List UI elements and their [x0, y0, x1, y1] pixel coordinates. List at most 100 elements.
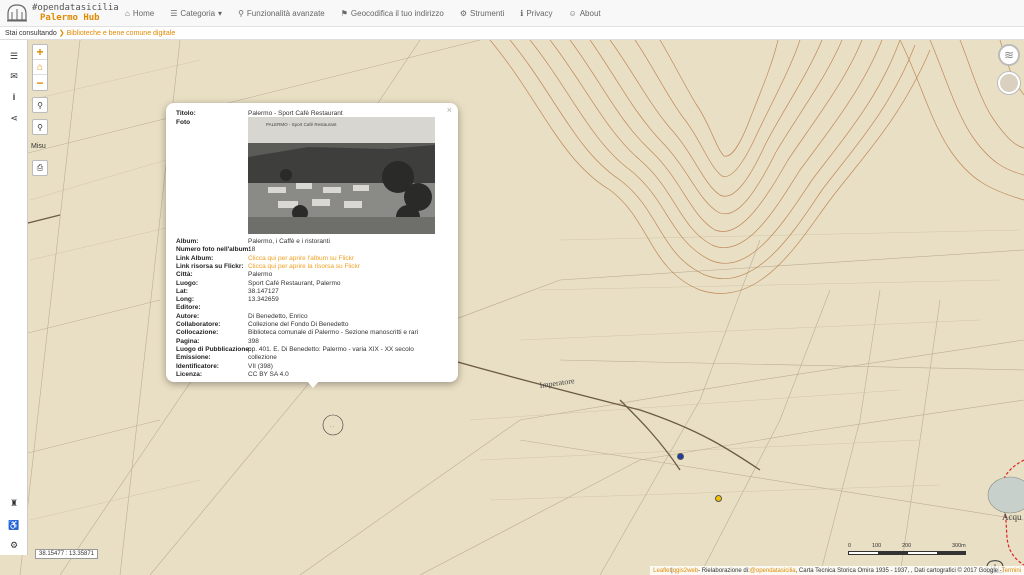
popup-key: Pagina:	[176, 337, 200, 345]
popup-value: collezione	[248, 354, 277, 362]
map-point-marker[interactable]	[715, 495, 722, 502]
map-place-label: Acqu	[1002, 512, 1022, 522]
search-button[interactable]: ⚲	[32, 119, 48, 135]
nav-item-geocodifica-il-tuo-indirizzo[interactable]: ⚑ Geocodifica il tuo indirizzo	[341, 9, 444, 18]
popup-key: Identificatore:	[176, 362, 219, 370]
opendatasicilia-logo-icon	[7, 4, 27, 22]
qgis2web-link[interactable]: qgis2web	[673, 568, 698, 574]
nav-item-label: Strumenti	[470, 8, 505, 18]
brand[interactable]: #opendatasicilia Palermo Hub	[0, 0, 125, 27]
popup-key: Link risorsa su Flickr:	[176, 262, 244, 270]
popup-link[interactable]: Clicca qui per aprire l'album su Flickr	[248, 255, 354, 263]
popup-value: pp. 401. E. Di Benedetto: Palermo - vari…	[248, 345, 414, 353]
popup-row: Long: 13.342659	[176, 296, 279, 304]
popup-key: Album:	[176, 238, 199, 245]
terms-link[interactable]: Termini	[1002, 568, 1021, 574]
top-navbar: #opendatasicilia Palermo Hub ⌂ Home ☰ Categ…	[0, 0, 1024, 27]
breadcrumb-label: Stai consultando	[5, 29, 57, 37]
locate-button[interactable]: ⚲	[32, 97, 48, 113]
mouse-coordinates: 38.15477 : 13.35871	[35, 549, 99, 559]
popup-link[interactable]: Clicca qui per aprire la risorsa su Flic…	[248, 263, 360, 271]
popup-key: Collocazione:	[176, 329, 219, 337]
info-icon: ℹ	[520, 8, 524, 18]
nav-item-about[interactable]: ☺ About	[569, 9, 601, 18]
menu-bars-icon[interactable]: ☰	[6, 48, 22, 64]
accessibility-icon[interactable]: ♿	[6, 517, 22, 533]
popup-row: Luogo di Pubblicazione: pp. 401. E. Di Be…	[176, 346, 414, 354]
photo-image[interactable]: PALERMO - Sport Café Restaurant	[248, 117, 435, 234]
popup-key: Numero foto nell'album:	[176, 246, 251, 254]
basemap-switch[interactable]	[998, 72, 1020, 94]
popup-tip	[306, 380, 320, 388]
popup-key: Foto	[176, 119, 191, 126]
leaflet-link[interactable]: Leaflet	[653, 568, 671, 574]
popup-value: 13.342659	[248, 296, 279, 304]
brand-subtitle: Palermo Hub	[40, 13, 100, 23]
popup-row: Pagina: 398	[176, 338, 259, 346]
photo-caption: PALERMO - Sport Café Restaurant	[266, 122, 337, 127]
popup-row: Album: Palermo, i Caffè e i ristoranti	[176, 238, 330, 246]
layers-control[interactable]: ≋	[998, 44, 1020, 66]
chevron-right-icon: ❯	[58, 30, 65, 37]
home-extent-button[interactable]: ⌂	[33, 60, 47, 75]
popup-value: 398	[248, 337, 259, 345]
caret-down-icon: ▾	[218, 8, 223, 18]
map-point-marker[interactable]	[677, 453, 684, 460]
close-icon[interactable]: ×	[447, 105, 452, 115]
nav-item-label: About	[579, 8, 601, 18]
popup-key: Città:	[176, 271, 193, 279]
gear-icon[interactable]: ⚙	[6, 537, 22, 553]
print-icon: ⎙	[36, 163, 44, 172]
nav-item-categoria[interactable]: ☰ Categoria ▾	[170, 9, 222, 18]
popup-row: Identificatore: VII (398)	[176, 363, 273, 371]
popup-value: CC BY SA 4.0	[248, 370, 289, 378]
sicilia-logo-icon[interactable]: ♜	[6, 495, 22, 511]
measure-control[interactable]: Misu	[31, 143, 46, 150]
scale-label: 200	[902, 543, 912, 549]
popup-row: Numero foto nell'album: 18	[176, 246, 255, 254]
breadcrumb-current-link[interactable]: Biblioteche e bene comune digitale	[67, 30, 176, 37]
nav-item-funzionalit-avanzate[interactable]: ⚲ Funzionalità avanzate	[238, 9, 325, 18]
popup-value: Di Benedetto, Enrico	[248, 312, 308, 320]
popup-row: Autore: Di Benedetto, Enrico	[176, 313, 308, 321]
map-attribution: Leaflet | qgis2web - Rielaborazione di: …	[650, 566, 1024, 575]
popup-key: Titolo:	[176, 110, 196, 117]
svg-text:· ·: · ·	[330, 425, 335, 430]
popup-value: 38.147127	[248, 287, 279, 295]
scale-bar: 0 100 200 300m	[848, 543, 966, 557]
scale-label: 0	[848, 543, 852, 549]
popup-key: Lat:	[176, 287, 188, 295]
popup-row: Link risorsa su Flickr: Clicca qui per ap…	[176, 263, 360, 271]
popup-row: Foto	[176, 119, 248, 127]
zoom-out-button[interactable]: −	[33, 75, 47, 90]
nav-item-strumenti[interactable]: ⚙ Strumenti	[460, 9, 504, 18]
popup-key: Emissione:	[176, 354, 211, 362]
popup-key: Collaboratore:	[176, 321, 221, 328]
map-canvas[interactable]: · · Imperatore Acqu	[0, 40, 1024, 575]
nav-item-privacy[interactable]: ℹ Privacy	[520, 9, 552, 18]
share-icon[interactable]: ⋖	[6, 110, 22, 126]
popup-key: Autore:	[176, 312, 200, 320]
brand-title: #opendatasicilia	[32, 3, 119, 13]
envelope-icon[interactable]: ✉	[6, 68, 22, 84]
popup-key: Long:	[176, 296, 195, 304]
user-icon: ☺	[568, 8, 577, 18]
zoom-in-button[interactable]: +	[33, 45, 47, 60]
map-marker-icon: ⚑	[340, 8, 348, 18]
popup-value: 18	[248, 246, 256, 254]
layers-icon: ≋	[1003, 48, 1015, 62]
attribution-text: - Rielaborazione di:	[698, 567, 750, 574]
left-sidebar: ☰ ✉ i ⋖ ♜ ♿ ⚙	[0, 40, 28, 555]
popup-row: Città: Palermo	[176, 271, 272, 279]
zoom-control: + ⌂ −	[32, 44, 48, 91]
opendatasicilia-link[interactable]: @opendatasicilia	[750, 568, 796, 574]
nav-item-label: Home	[132, 8, 155, 18]
info-icon[interactable]: i	[6, 89, 22, 105]
popup-value: Palermo, i Caffè e i ristoranti	[248, 238, 330, 245]
nav-menu: ⌂ Home ☰ Categoria ▾ ⚲ Funzionalità avanzate ⚑ G…	[125, 0, 617, 27]
nav-item-label: Privacy	[526, 8, 553, 18]
print-button[interactable]: ⎙	[32, 160, 48, 176]
historic-map-background[interactable]: · · Imperatore Acqu	[0, 40, 1024, 575]
nav-item-home[interactable]: ⌂ Home	[125, 9, 154, 18]
popup-row: Emissione: collezione	[176, 354, 277, 362]
